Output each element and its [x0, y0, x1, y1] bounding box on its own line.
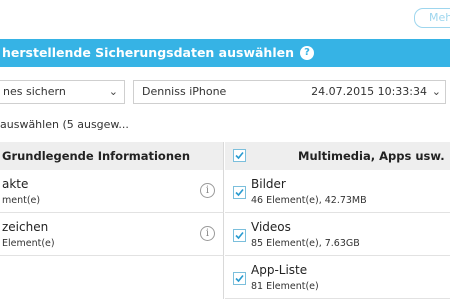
list-item-bookmarks[interactable]: zeichen Element(e) i: [0, 213, 224, 256]
info-icon[interactable]: i: [200, 226, 215, 241]
list-item-app-list[interactable]: App-Liste 81 Element(e): [225, 256, 450, 299]
backup-source-dropdown[interactable]: Denniss iPhone 24.07.2015 10:33:34 ⌄: [133, 80, 446, 104]
list-item-videos[interactable]: Videos 85 Element(e), 7.63GB: [225, 213, 450, 256]
item-title: Bilder: [251, 177, 286, 191]
backup-mode-value: nes sichern: [3, 85, 66, 98]
checkmark-icon: [235, 231, 244, 240]
list-item-photos[interactable]: Bilder 46 Element(e), 42.73MB: [225, 170, 450, 213]
section-banner: herstellende Sicherungsdaten auswählen?: [0, 39, 450, 67]
item-count: ment(e): [2, 195, 41, 206]
restore-backup-window: Meh herstellende Sicherungsdaten auswähl…: [0, 0, 450, 300]
checkmark-icon: [235, 151, 244, 160]
column-header-multimedia: Multimedia, Apps usw.: [225, 142, 450, 170]
info-icon[interactable]: i: [200, 183, 215, 198]
device-name: Denniss iPhone: [142, 85, 227, 98]
backup-content-table: Grundlegende Informationen Multimedia, A…: [0, 142, 450, 300]
list-item-contacts[interactable]: akte ment(e) i: [0, 170, 224, 213]
item-title: akte: [2, 177, 29, 191]
app-list-checkbox[interactable]: [233, 272, 246, 285]
item-count: 81 Element(e): [251, 281, 319, 292]
backup-mode-dropdown[interactable]: nes sichern ⌄: [0, 80, 125, 104]
column-header-basic-info: Grundlegende Informationen: [0, 142, 224, 170]
videos-checkbox[interactable]: [233, 229, 246, 242]
item-title: Videos: [251, 220, 291, 234]
select-all-label[interactable]: auswählen (5 ausgew...: [0, 118, 129, 131]
chevron-down-icon: ⌄: [431, 85, 441, 98]
checkmark-icon: [235, 274, 244, 283]
select-multimedia-checkbox[interactable]: [233, 149, 246, 162]
item-title: App-Liste: [251, 263, 308, 277]
item-count: 85 Element(e), 7.63GB: [251, 238, 360, 249]
item-title: zeichen: [2, 220, 49, 234]
checkmark-icon: [235, 188, 244, 197]
top-bar: Meh: [0, 0, 450, 38]
item-count: 46 Element(e), 42.73MB: [251, 195, 367, 206]
list-item-empty: [0, 256, 224, 299]
banner-title: herstellende Sicherungsdaten auswählen: [2, 45, 294, 60]
column-title: Multimedia, Apps usw.: [298, 149, 445, 163]
photos-checkbox[interactable]: [233, 186, 246, 199]
help-icon[interactable]: ?: [300, 45, 314, 60]
item-count: Element(e): [2, 238, 55, 249]
more-button[interactable]: Meh: [414, 8, 450, 28]
backup-date: 24.07.2015 10:33:34: [311, 85, 427, 98]
chevron-down-icon: ⌄: [108, 85, 118, 98]
column-title: Grundlegende Informationen: [2, 149, 191, 163]
